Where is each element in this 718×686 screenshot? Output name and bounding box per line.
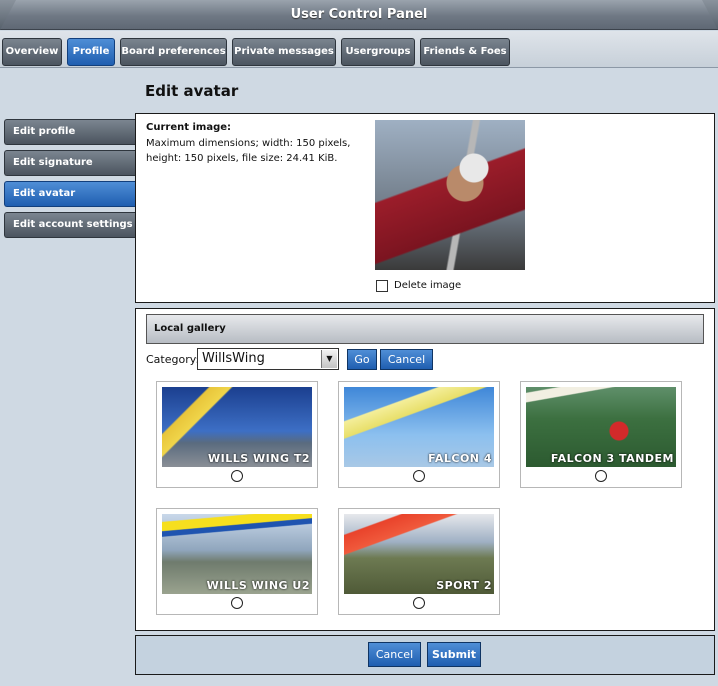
gallery-heading: Local gallery [146, 314, 704, 344]
gallery-caption: WILLS WING U2 [206, 579, 310, 592]
gallery-item-wills-wing-u2[interactable]: WILLS WING U2 [156, 508, 318, 615]
gallery-item-falcon-4[interactable]: FALCON 4 [338, 381, 500, 488]
gallery-item-wills-wing-t2[interactable]: WILLS WING T2 [156, 381, 318, 488]
avatar-image [375, 120, 525, 270]
category-select[interactable]: WillsWing ▼ [197, 348, 339, 370]
tab-overview[interactable]: Overview [2, 38, 62, 66]
gallery-thumbnail: FALCON 3 TANDEM [526, 387, 676, 467]
category-select-value: WillsWing [202, 351, 265, 366]
tab-profile[interactable]: Profile [67, 38, 115, 66]
tab-usergroups[interactable]: Usergroups [341, 38, 415, 66]
app-header: User Control Panel [0, 0, 718, 30]
gallery-caption: WILLS WING T2 [208, 452, 310, 465]
sidebar-item-edit-profile[interactable]: Edit profile [4, 119, 136, 145]
page-title: Edit avatar [145, 82, 239, 100]
sidebar-item-edit-account-settings[interactable]: Edit account settings [4, 212, 136, 238]
gallery-caption: FALCON 4 [428, 452, 492, 465]
gallery-radio[interactable] [231, 470, 243, 482]
gallery-cancel-button[interactable]: Cancel [380, 349, 433, 370]
gallery-thumbnail: FALCON 4 [344, 387, 494, 467]
category-label: Category: [146, 353, 200, 366]
tab-bar: Overview Profile Board preferences Priva… [0, 31, 718, 68]
form-actions: Cancel Submit [135, 635, 715, 675]
page-header-title: User Control Panel [290, 7, 428, 22]
gallery-thumbnail: WILLS WING U2 [162, 514, 312, 594]
sidebar-item-edit-signature[interactable]: Edit signature [4, 150, 136, 176]
submit-button[interactable]: Submit [427, 642, 481, 667]
tab-private-messages[interactable]: Private messages [232, 38, 336, 66]
cancel-button[interactable]: Cancel [368, 642, 421, 667]
tab-friends-foes[interactable]: Friends & Foes [420, 38, 510, 66]
current-image-label: Current image: [146, 122, 232, 133]
delete-image-label: Delete image [394, 280, 462, 291]
gallery-caption: FALCON 3 TANDEM [550, 452, 674, 465]
chevron-down-icon[interactable]: ▼ [321, 350, 337, 368]
go-button[interactable]: Go [347, 349, 377, 370]
tab-board-preferences[interactable]: Board preferences [120, 38, 227, 66]
gallery-item-falcon-3-tandem[interactable]: FALCON 3 TANDEM [520, 381, 682, 488]
current-image-panel: Current image: Maximum dimensions; width… [135, 113, 715, 303]
current-image-description: Maximum dimensions; width: 150 pixels, h… [146, 138, 351, 164]
gallery-radio[interactable] [413, 470, 425, 482]
gallery-radio[interactable] [595, 470, 607, 482]
gallery-radio[interactable] [231, 597, 243, 609]
delete-image-checkbox[interactable] [376, 280, 388, 292]
sidebar-item-edit-avatar[interactable]: Edit avatar [4, 181, 136, 207]
gallery-thumbnail: WILLS WING T2 [162, 387, 312, 467]
gallery-radio[interactable] [413, 597, 425, 609]
local-gallery-panel: Local gallery Category: WillsWing ▼ Go C… [135, 308, 715, 631]
gallery-thumbnail: SPORT 2 [344, 514, 494, 594]
gallery-caption: SPORT 2 [436, 579, 492, 592]
gallery-item-sport-2[interactable]: SPORT 2 [338, 508, 500, 615]
